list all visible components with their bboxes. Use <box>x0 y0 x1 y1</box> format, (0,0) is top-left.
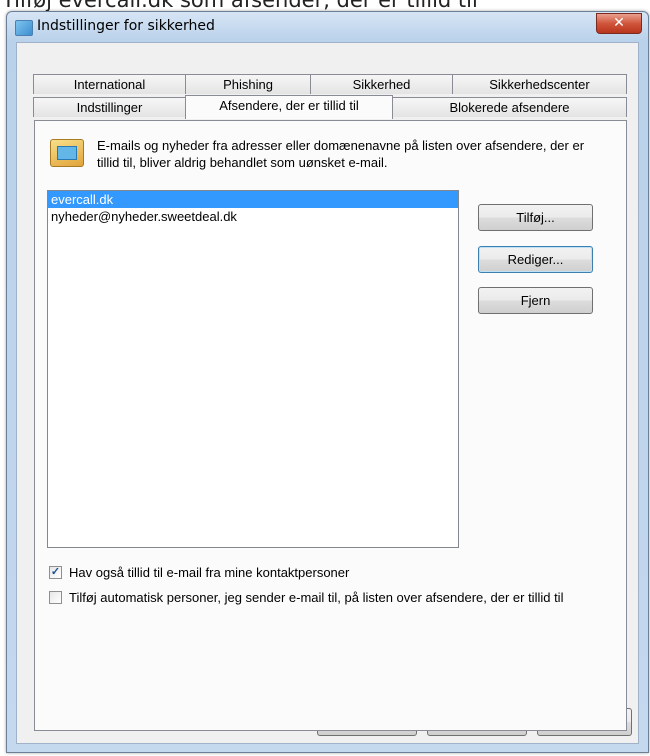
window-title: Indstillinger for sikkerhed <box>37 18 215 34</box>
title-bar: Indstillinger for sikkerhed ✕ <box>7 12 648 42</box>
mail-app-icon <box>15 20 33 36</box>
envelope-icon <box>50 139 84 167</box>
edit-button[interactable]: Rediger... <box>478 246 593 273</box>
list-item[interactable]: evercall.dk <box>48 191 458 208</box>
auto-add-label: Tilføj automatisk personer, jeg sender e… <box>69 590 564 605</box>
tab-security-center[interactable]: Sikkerhedscenter <box>452 74 627 94</box>
tab-international[interactable]: International <box>33 74 186 94</box>
tab-trusted-senders[interactable]: Afsendere, der er tillid til <box>185 95 393 119</box>
dialog-client-area: International Phishing Sikkerhed Sikkerh… <box>16 42 639 744</box>
tab-blocked-senders[interactable]: Blokerede afsendere <box>392 97 627 117</box>
auto-add-checkbox[interactable] <box>49 591 62 604</box>
list-item[interactable]: nyheder@nyheder.sweetdeal.dk <box>48 208 458 225</box>
close-button[interactable]: ✕ <box>596 13 642 34</box>
trusted-senders-panel: E-mails og nyheder fra adresser eller do… <box>34 120 627 731</box>
tab-settings[interactable]: Indstillinger <box>33 97 186 117</box>
tab-security[interactable]: Sikkerhed <box>310 74 453 94</box>
add-button[interactable]: Tilføj... <box>478 204 593 231</box>
trust-contacts-label: Hav også tillid til e-mail fra mine kont… <box>69 565 350 580</box>
tab-phishing[interactable]: Phishing <box>185 74 311 94</box>
trust-contacts-checkbox[interactable]: ✓ <box>49 566 62 579</box>
remove-button[interactable]: Fjern <box>478 287 593 314</box>
info-text: E-mails og nyheder fra adresser eller do… <box>97 138 585 170</box>
trusted-senders-list[interactable]: evercall.dk nyheder@nyheder.sweetdeal.dk <box>47 190 459 548</box>
security-settings-dialog: Indstillinger for sikkerhed ✕ Internatio… <box>6 11 649 753</box>
